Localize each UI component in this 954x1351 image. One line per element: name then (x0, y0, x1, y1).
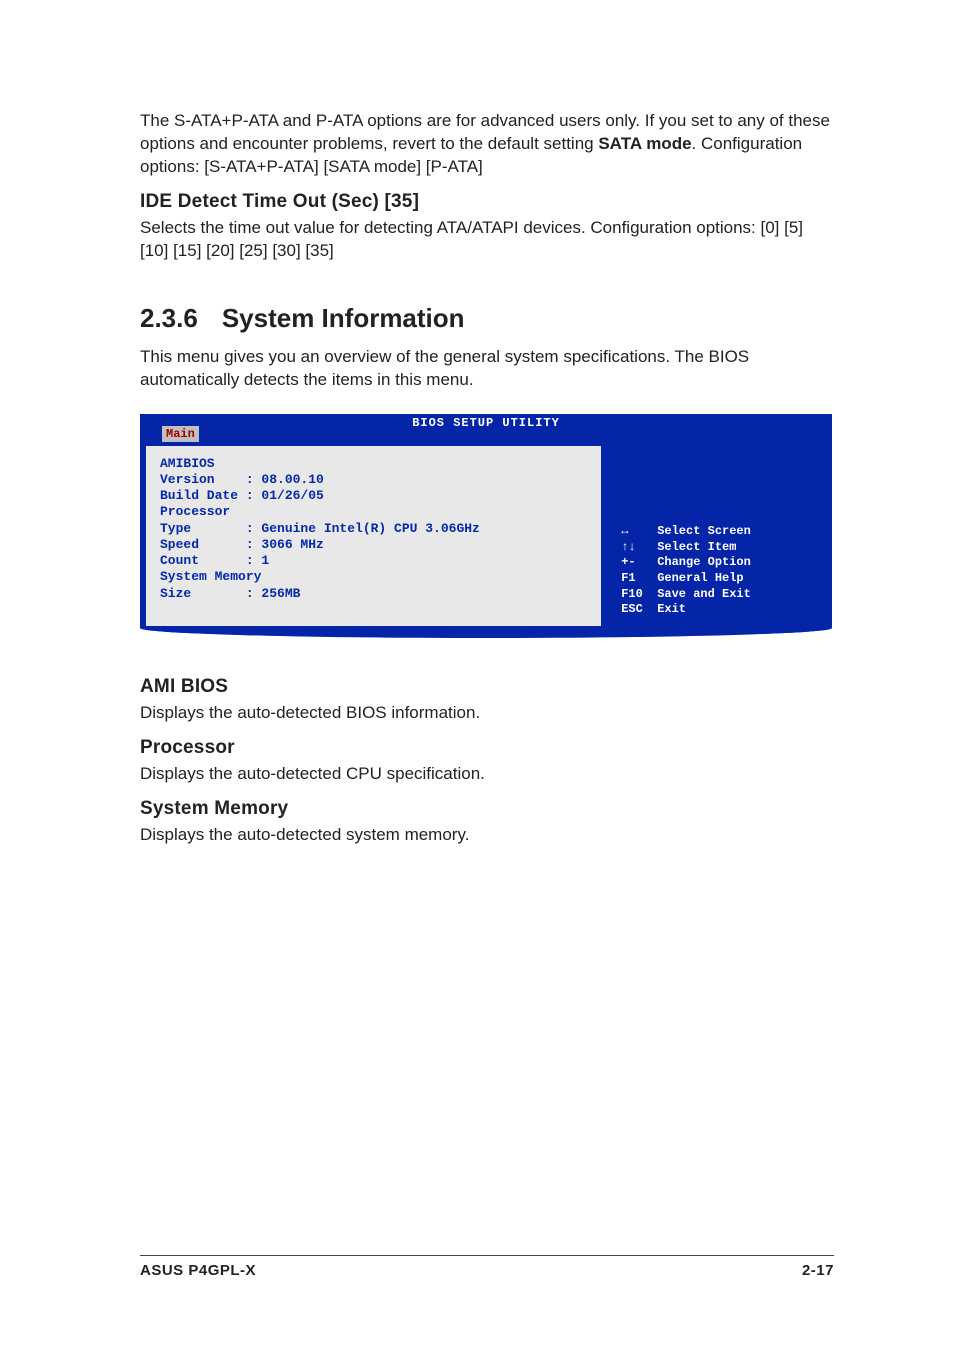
footer-left: ASUS P4GPL-X (140, 1262, 256, 1279)
bios-screenshot: BIOS SETUP UTILITY Main AMIBIOS Version … (140, 414, 832, 638)
amibios-heading: AMI BIOS (140, 676, 834, 698)
bios-main-panel: AMIBIOS Version : 08.00.10 Build Date : … (146, 446, 604, 626)
legend-line: ESC Exit (614, 602, 818, 618)
legend-line: F10 Save and Exit (614, 587, 818, 603)
legend-line: ↔ Select Screen (614, 524, 818, 540)
page-footer: ASUS P4GPL-X 2-17 (140, 1255, 834, 1279)
bios-line: Version : 08.00.10 (160, 472, 587, 488)
bios-tab-main: Main (162, 426, 199, 442)
bios-body: AMIBIOS Version : 08.00.10 Build Date : … (140, 442, 832, 634)
bios-line: Processor (160, 504, 587, 520)
intro-paragraph: The S-ATA+P-ATA and P-ATA options are fo… (140, 110, 834, 179)
sysmem-heading: System Memory (140, 798, 834, 820)
footer-right: 2-17 (802, 1262, 834, 1279)
bios-title: BIOS SETUP UTILITY (140, 414, 832, 430)
bios-line: System Memory (160, 569, 587, 585)
section-title: System Information (222, 303, 465, 333)
section-heading: 2.3.6 System Information (140, 303, 834, 334)
bios-line: AMIBIOS (160, 456, 587, 472)
ide-heading: IDE Detect Time Out (Sec) [35] (140, 191, 834, 213)
bios-header: BIOS SETUP UTILITY Main (140, 414, 832, 442)
section-number: 2.3.6 (140, 303, 198, 333)
processor-heading: Processor (140, 737, 834, 759)
bios-line: Count : 1 (160, 553, 587, 569)
sysmem-paragraph: Displays the auto-detected system memory… (140, 824, 834, 847)
legend-line: ↑↓ Select Item (614, 540, 818, 556)
bios-line: Build Date : 01/26/05 (160, 488, 587, 504)
bios-legend-panel: ↔ Select Screen ↑↓ Select Item +- Change… (604, 446, 826, 626)
ide-paragraph: Selects the time out value for detecting… (140, 217, 834, 263)
amibios-paragraph: Displays the auto-detected BIOS informat… (140, 702, 834, 725)
legend-line: +- Change Option (614, 555, 818, 571)
bios-line: Size : 256MB (160, 586, 587, 602)
processor-paragraph: Displays the auto-detected CPU specifica… (140, 763, 834, 786)
bios-line: Speed : 3066 MHz (160, 537, 587, 553)
bios-line: Type : Genuine Intel(R) CPU 3.06GHz (160, 521, 587, 537)
legend-line: F1 General Help (614, 571, 818, 587)
intro-bold: SATA mode (598, 134, 691, 153)
section-paragraph: This menu gives you an overview of the g… (140, 346, 834, 392)
